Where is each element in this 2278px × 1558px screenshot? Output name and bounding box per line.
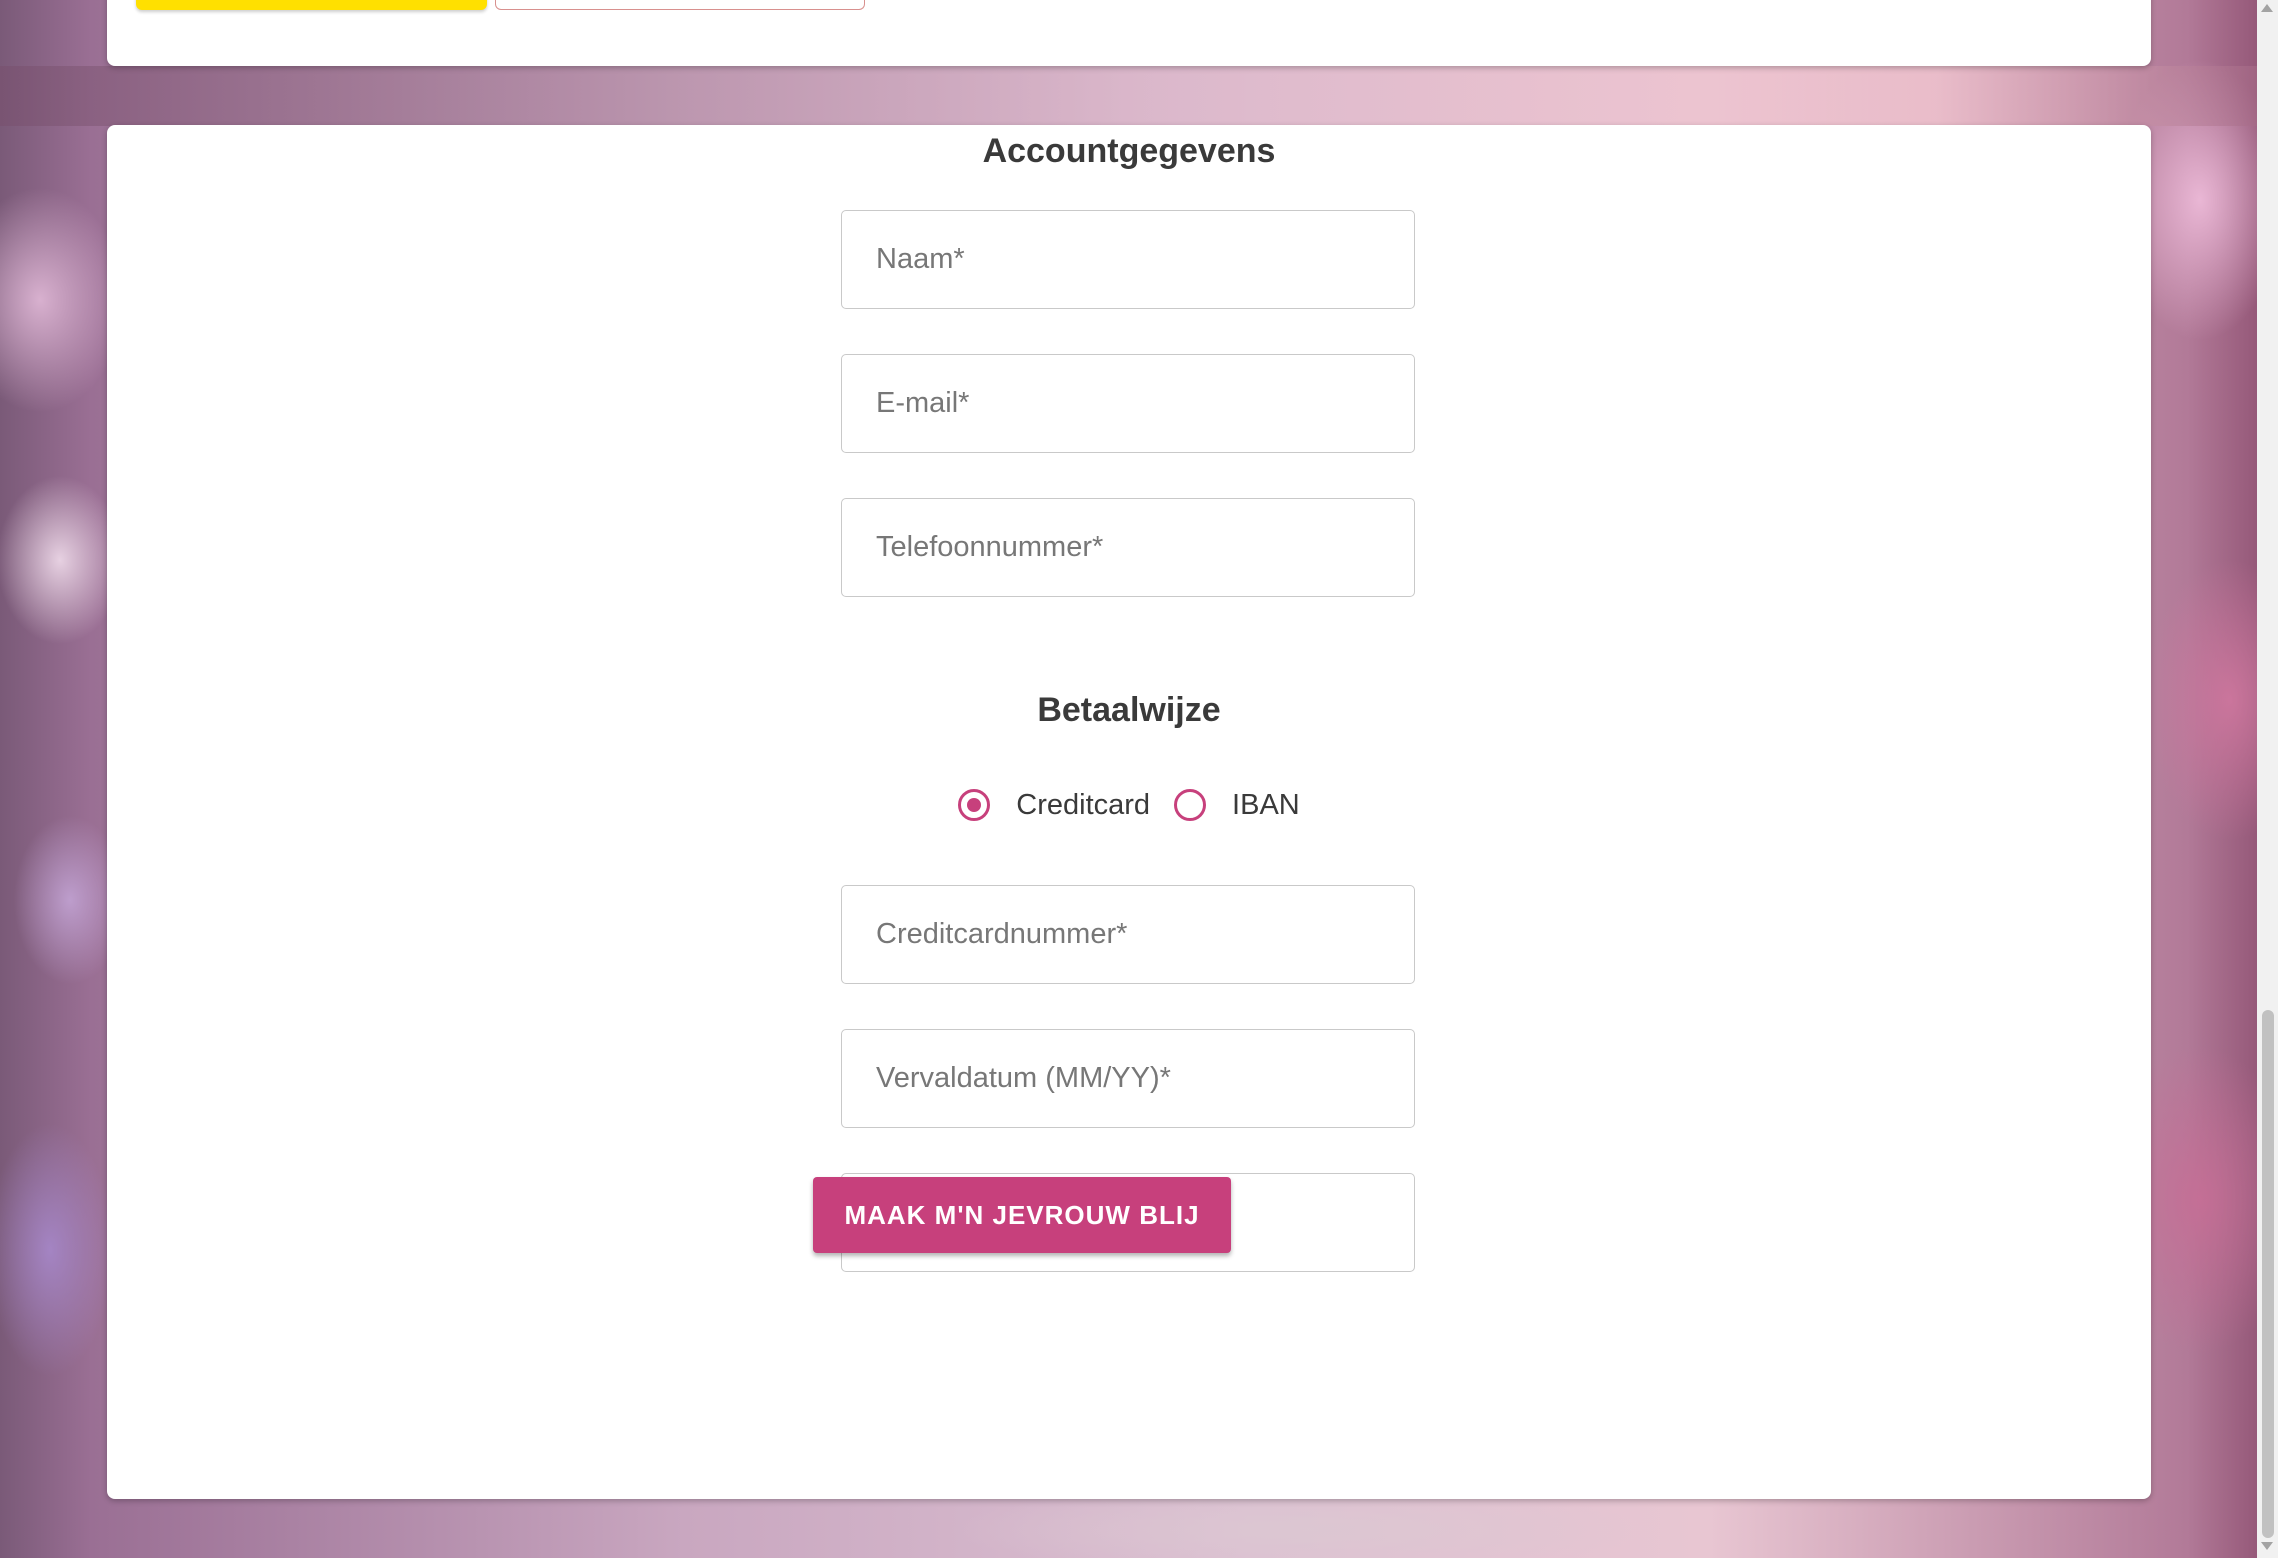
expiry-input[interactable] — [842, 1030, 1414, 1127]
checkout-form-card: Accountgegevens Betaalwijze Creditcard I… — [107, 125, 2151, 1499]
radio-option-iban[interactable]: IBAN — [1174, 789, 1300, 822]
payment-method-radio-group: Creditcard IBAN — [107, 780, 2151, 830]
scroll-down-arrow-icon[interactable] — [2261, 1542, 2273, 1550]
name-input[interactable] — [842, 211, 1414, 308]
radio-checked-icon[interactable] — [958, 789, 991, 821]
card-number-input[interactable] — [842, 886, 1414, 983]
scroll-up-arrow-icon[interactable] — [2261, 4, 2273, 12]
radio-option-creditcard[interactable]: Creditcard — [958, 789, 1150, 822]
account-section-title: Accountgegevens — [982, 132, 1276, 170]
email-input[interactable] — [842, 355, 1414, 452]
scrollbar-thumb[interactable] — [2262, 1010, 2274, 1538]
yellow-button[interactable] — [136, 0, 487, 10]
radio-label-iban: IBAN — [1232, 788, 1300, 821]
expiry-field[interactable] — [841, 1029, 1415, 1128]
phone-field[interactable] — [841, 498, 1415, 597]
payment-section-title: Betaalwijze — [1037, 691, 1221, 729]
phone-input[interactable] — [842, 499, 1414, 596]
radio-label-creditcard: Creditcard — [1016, 788, 1151, 821]
radio-unchecked-icon[interactable] — [1174, 789, 1207, 821]
email-field[interactable] — [841, 354, 1415, 453]
background-band — [0, 66, 2278, 126]
name-field[interactable] — [841, 210, 1415, 309]
card-number-field[interactable] — [841, 885, 1415, 984]
submit-button[interactable]: MAAK M'N JEVROUW BLIJ — [813, 1177, 1231, 1253]
outline-button[interactable] — [495, 0, 865, 10]
